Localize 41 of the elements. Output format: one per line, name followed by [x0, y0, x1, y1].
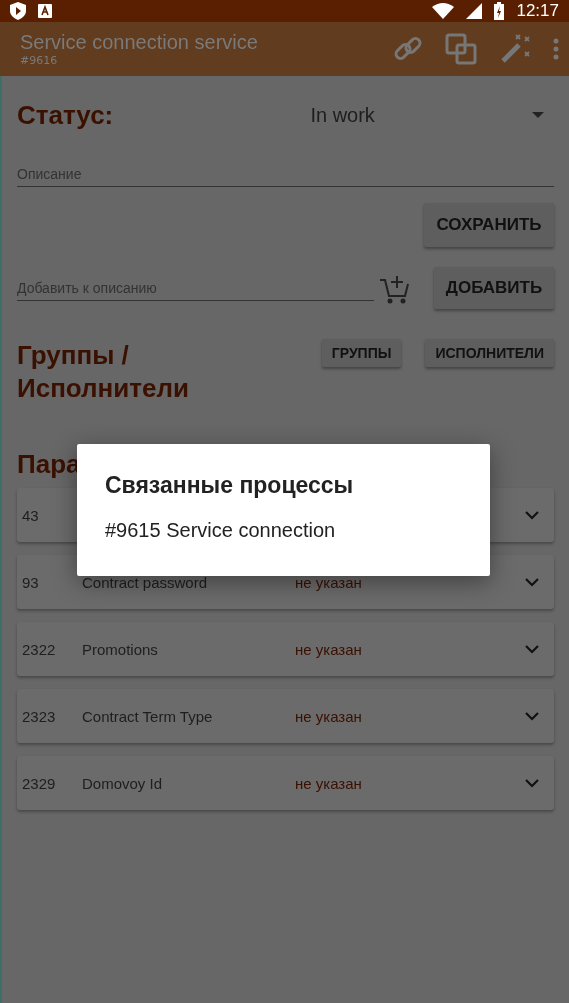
param-id: 2329 [22, 774, 57, 792]
params-heading: Пара [17, 449, 82, 480]
more-icon[interactable] [553, 38, 559, 60]
save-button[interactable]: СОХРАНИТЬ [424, 203, 554, 247]
chevron-down-icon[interactable] [524, 576, 540, 588]
clock-time: 12:17 [516, 1, 559, 21]
screen-subtitle: #9616 [20, 54, 59, 67]
dropdown-arrow-icon[interactable] [532, 112, 544, 118]
screen-title: Service connection service [20, 31, 259, 54]
chevron-down-icon[interactable] [524, 643, 540, 655]
chevron-down-icon[interactable] [524, 710, 540, 722]
dialog-item[interactable]: #9615 Service connection [105, 519, 462, 542]
param-value: не указан [295, 774, 363, 792]
param-name: Contract Term Type [82, 707, 214, 725]
status-label: Статус: [17, 99, 114, 131]
groups-heading: Группы / Исполнители [17, 339, 190, 405]
param-row[interactable]: 2322 Promotions не указан [17, 622, 554, 676]
toolbar-button[interactable]: ГРУППЫ [321, 339, 402, 367]
param-id: 2322 [22, 640, 57, 658]
dialog-title: Связанные процессы [105, 472, 355, 499]
param-value: не указан [295, 640, 363, 658]
status-dropdown[interactable]: In work [113, 103, 532, 127]
param-value: не указан [295, 707, 363, 725]
toolbar-button[interactable]: ИСПОЛНИТЕЛИ [425, 339, 554, 367]
param-value: не указан [295, 573, 363, 591]
param-name: Promotions [82, 640, 159, 658]
keyboard-icon [38, 4, 52, 18]
param-row[interactable]: 2329 Domovoy Id не указан [17, 756, 554, 810]
param-id: 2323 [22, 707, 57, 725]
add-button[interactable]: ДОБАВИТЬ [434, 267, 554, 309]
chevron-down-icon[interactable] [524, 777, 540, 789]
param-id: 93 [22, 573, 40, 591]
param-name: Contract password [82, 573, 209, 591]
signal-icon [466, 3, 483, 19]
wifi-icon [432, 3, 455, 19]
copy-icon[interactable] [445, 33, 477, 65]
chevron-down-icon[interactable] [524, 509, 540, 521]
param-name: Domovoy Id [82, 774, 164, 792]
param-id: 43 [22, 506, 40, 524]
magic-wand-icon[interactable] [499, 33, 531, 65]
param-row[interactable]: 2323 Contract Term Type не указан [17, 689, 554, 743]
